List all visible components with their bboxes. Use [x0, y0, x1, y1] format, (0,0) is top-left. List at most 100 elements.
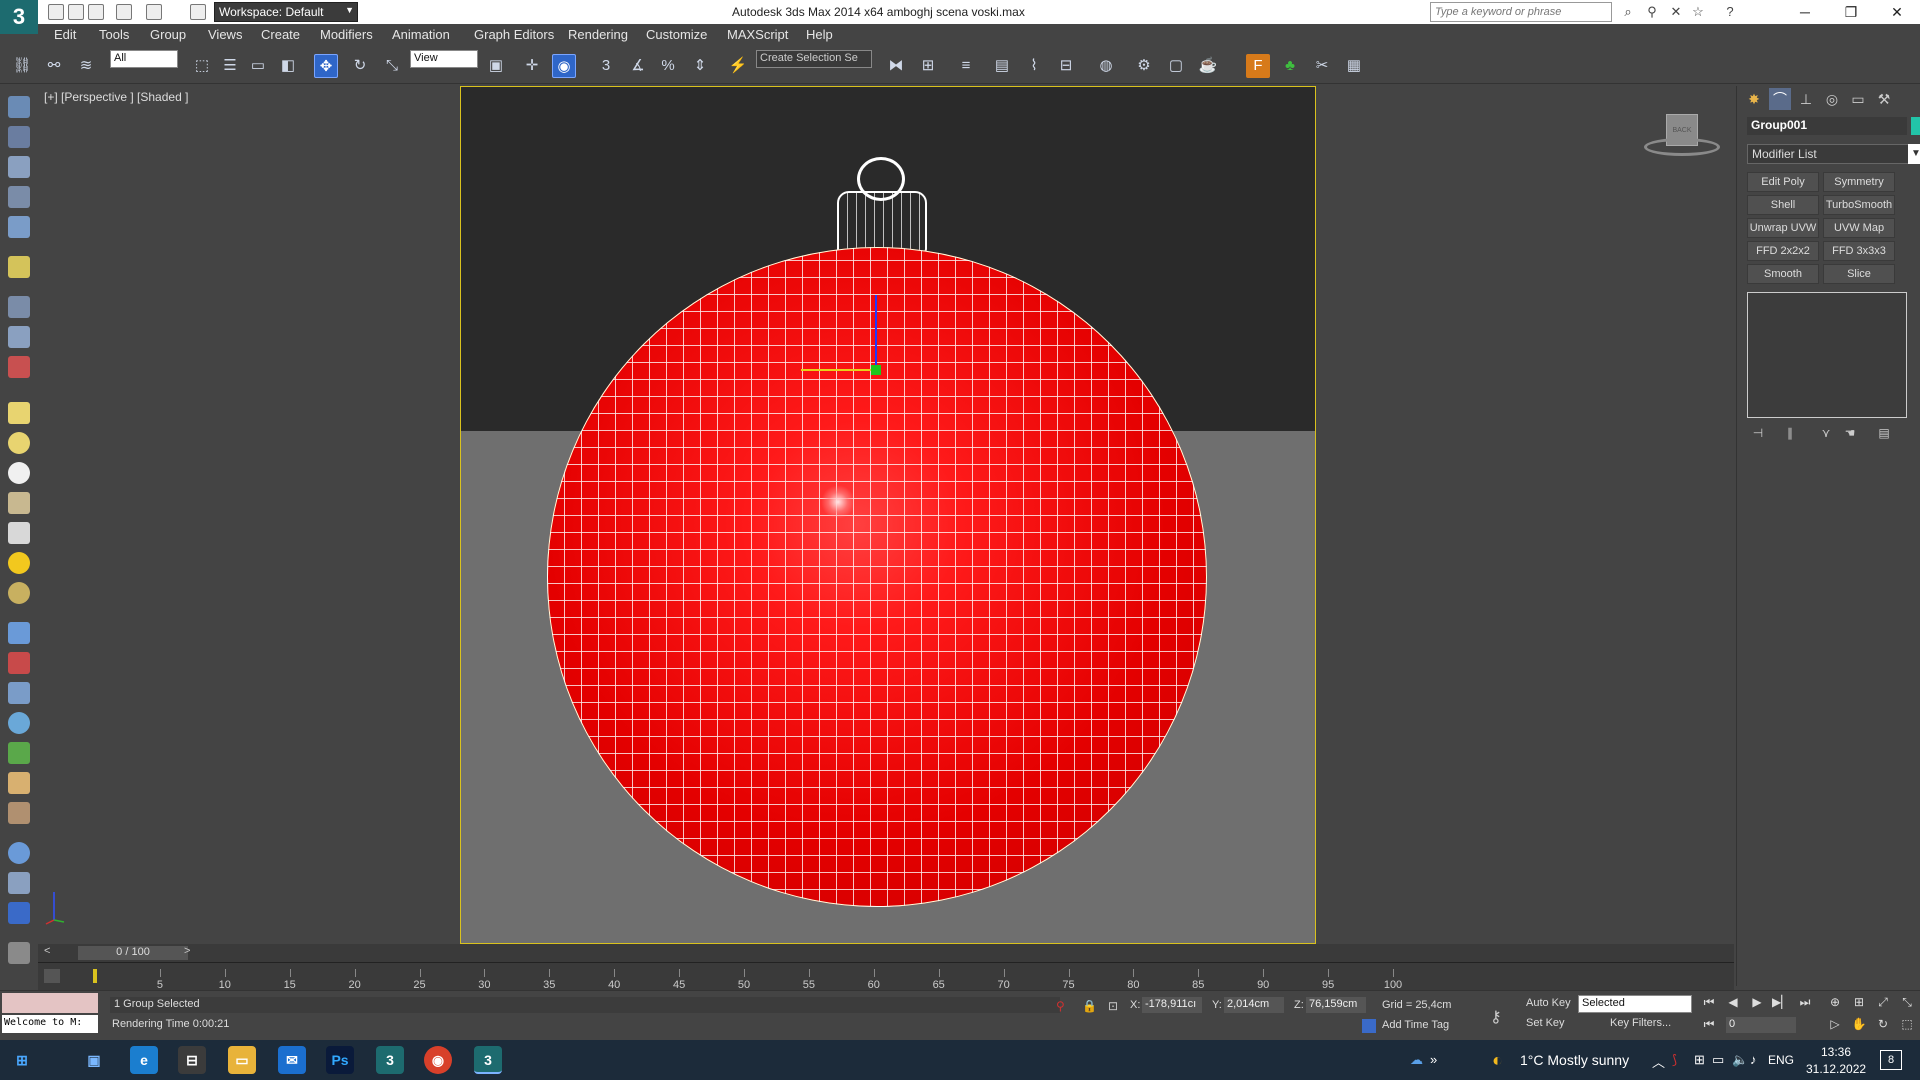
hair-icon[interactable] — [8, 772, 30, 794]
play-icon[interactable]: ▶ — [1748, 995, 1766, 1013]
schematic-view-icon[interactable]: ⊟ — [1054, 54, 1078, 78]
document-icon[interactable] — [8, 942, 30, 964]
field-of-view-icon[interactable]: ▷ — [1826, 1017, 1844, 1035]
shell-icon[interactable] — [8, 802, 30, 824]
next-frame-icon[interactable]: ▶▏ — [1772, 995, 1790, 1013]
menu-views[interactable]: Views — [208, 27, 242, 42]
volume-icon[interactable]: 🔈 — [1732, 1052, 1748, 1068]
gizmo-center[interactable] — [871, 365, 881, 375]
track-bar[interactable]: 5 10 15 20 25 30 35 40 45 50 55 60 65 70 75 80 85 90 95 100 — [38, 962, 1734, 991]
help-icon[interactable]: ? — [1722, 4, 1738, 20]
time-slider[interactable]: < 0 / 100 > — [38, 944, 1734, 962]
grass-icon[interactable] — [8, 492, 30, 514]
torus-icon[interactable] — [8, 582, 30, 604]
graphite-tools-icon[interactable]: ▤ — [990, 54, 1014, 78]
pan-icon[interactable]: ✋ — [1850, 1017, 1868, 1035]
render-setup-icon[interactable]: ⚙ — [1132, 54, 1156, 78]
modifier-symmetry-button[interactable]: Symmetry — [1823, 172, 1895, 192]
clock-time[interactable]: 13:36 — [1806, 1045, 1866, 1059]
lock-icon[interactable]: 🔒 — [1082, 999, 1097, 1013]
show-hidden-icons-icon[interactable]: ︿ — [1652, 1052, 1665, 1071]
rig-icon[interactable] — [8, 652, 30, 674]
modifier-slice-button[interactable]: Slice — [1823, 264, 1895, 284]
scale-icon[interactable]: ⤡ — [380, 54, 404, 78]
time-prev-icon[interactable]: < — [44, 945, 50, 957]
material-editor-icon[interactable]: ◍ — [1094, 54, 1118, 78]
absolute-mode-icon[interactable]: ⊡ — [1108, 999, 1118, 1013]
pin-stack-icon[interactable]: ⊣ — [1749, 426, 1767, 444]
rect-selection-icon[interactable]: ▭ — [246, 54, 270, 78]
time-next-icon[interactable]: > — [184, 945, 190, 957]
mirror-icon[interactable]: ⧓ — [884, 54, 908, 78]
modifier-ffd-3x3x3-button[interactable]: FFD 3x3x3 — [1823, 241, 1895, 261]
pivot-center-icon[interactable]: ▣ — [484, 54, 508, 78]
globe-icon[interactable] — [8, 712, 30, 734]
x-coordinate-field[interactable]: -178,911cı — [1142, 997, 1202, 1013]
show-end-result-icon[interactable]: ∥ — [1781, 426, 1799, 444]
mail-icon[interactable]: ✉ — [278, 1046, 306, 1074]
file-explorer-icon[interactable]: ▭ — [228, 1046, 256, 1074]
zoom-all-icon[interactable]: ⊞ — [1850, 995, 1868, 1013]
motion-tab-icon[interactable]: ◎ — [1821, 88, 1843, 110]
subscription-icon[interactable]: ✕ — [1668, 4, 1684, 20]
speaker-icon[interactable]: ♪ — [1750, 1052, 1757, 1067]
biped-icon[interactable] — [8, 682, 30, 704]
reference-coord-dropdown[interactable]: View — [410, 50, 478, 68]
key-icon[interactable]: ⚷ — [1490, 1007, 1502, 1027]
link-icon[interactable]: ⛓ — [10, 54, 34, 78]
sphere-icon[interactable] — [8, 462, 30, 484]
display-tab-icon[interactable]: ▭ — [1847, 88, 1869, 110]
open-file-icon[interactable] — [68, 4, 84, 20]
workspace-select[interactable]: Workspace: Default ▼ — [214, 2, 358, 22]
menu-tools[interactable]: Tools — [99, 27, 129, 42]
make-unique-icon[interactable]: ⋎ — [1817, 426, 1835, 444]
modifier-turbosmooth-button[interactable]: TurboSmooth — [1823, 195, 1895, 215]
remove-modifier-icon[interactable]: ☚ — [1841, 426, 1859, 444]
save-file-icon[interactable] — [88, 4, 104, 20]
film-icon[interactable] — [8, 356, 30, 378]
y-coordinate-field[interactable]: 2,014cm — [1224, 997, 1284, 1013]
app-tray-icon[interactable]: ⟆ — [1672, 1052, 1677, 1068]
store-icon[interactable]: ⊟ — [178, 1046, 206, 1074]
weather-text[interactable]: 1°C Mostly sunny — [1520, 1052, 1629, 1068]
undo-icon[interactable] — [116, 4, 132, 20]
display-icon[interactable]: ▭ — [1712, 1052, 1724, 1068]
notifications-icon[interactable]: 8 — [1880, 1050, 1902, 1070]
forest-pack-icon[interactable]: F — [1246, 54, 1270, 78]
table-icon[interactable]: ▦ — [1342, 54, 1366, 78]
isolate-pin-icon[interactable]: ⚲ — [1056, 999, 1065, 1013]
search-icon[interactable]: ⚲ — [1644, 4, 1660, 20]
maximize-button[interactable]: ❐ — [1828, 0, 1874, 24]
viewport-teapot-icon[interactable] — [8, 96, 30, 118]
key-mode-toggle-icon[interactable]: ⏮ — [1700, 1017, 1718, 1035]
current-frame-field[interactable]: 0 — [1726, 1017, 1796, 1033]
angle-snap-icon[interactable]: ∡ — [626, 54, 650, 78]
tree-icon[interactable]: ♣ — [1278, 54, 1302, 78]
bind-space-warp-icon[interactable]: ≋ — [74, 54, 98, 78]
modify-tab-icon[interactable]: ⌒ — [1769, 88, 1791, 110]
modifier-smooth-button[interactable]: Smooth — [1747, 264, 1819, 284]
map-icon[interactable] — [8, 902, 30, 924]
maxscript-listener-input[interactable] — [2, 993, 98, 1013]
curve-editor-mini-icon[interactable] — [44, 969, 60, 983]
cone-icon[interactable] — [8, 522, 30, 544]
modifier-unwrap-uvw-button[interactable]: Unwrap UVW — [1747, 218, 1819, 238]
select-manipulate-icon[interactable]: ✛ — [520, 54, 544, 78]
chrome-icon[interactable]: ◉ — [424, 1046, 452, 1074]
align-icon[interactable]: ⊞ — [916, 54, 940, 78]
rendered-frame-icon[interactable]: ▢ — [1164, 54, 1188, 78]
project-folder-icon[interactable] — [190, 4, 206, 20]
keyboard-shortcut-icon[interactable]: ◉ — [552, 54, 576, 78]
favorites-star-icon[interactable]: ☆ — [1690, 4, 1706, 20]
modifier-stack[interactable] — [1747, 292, 1907, 418]
viewcube[interactable]: BACK — [1644, 114, 1720, 164]
weather-sun-icon[interactable]: ◐ — [1492, 1050, 1503, 1071]
key-mode-dropdown[interactable]: Selected — [1578, 995, 1692, 1013]
menu-create[interactable]: Create — [261, 27, 300, 42]
go-to-start-icon[interactable]: ⏮ — [1700, 995, 1718, 1013]
page-icon[interactable] — [8, 186, 30, 208]
previous-frame-icon[interactable]: ◀ — [1724, 995, 1742, 1013]
app-logo[interactable]: 3 — [0, 0, 38, 34]
modifier-list-dropdown[interactable]: Modifier List ▼ — [1747, 144, 1920, 164]
object-name-field[interactable]: Group001 — [1747, 117, 1907, 135]
